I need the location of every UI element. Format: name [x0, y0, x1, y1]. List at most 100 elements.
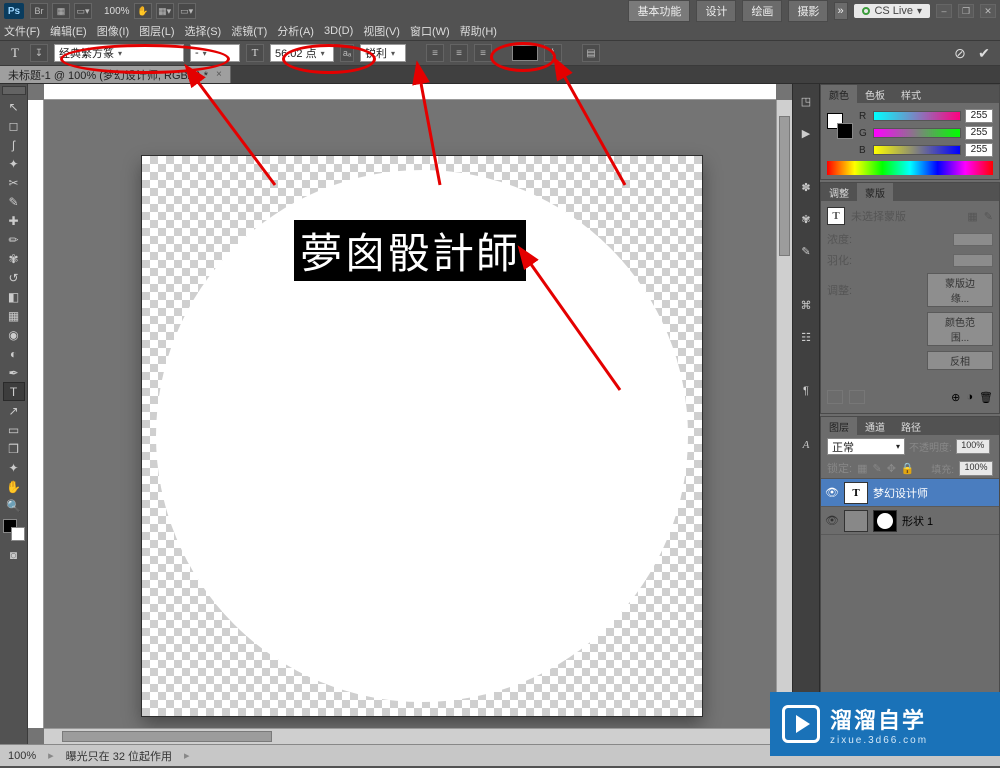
- workspace-more[interactable]: »: [834, 2, 848, 20]
- close-tab-icon[interactable]: ×: [216, 69, 222, 80]
- align-right-icon[interactable]: ≡: [474, 44, 492, 62]
- cs-live[interactable]: CS Live ▾: [854, 4, 930, 18]
- 3d-tool-icon[interactable]: ❒: [3, 439, 25, 458]
- workspace-design[interactable]: 设计: [696, 0, 736, 22]
- warp-text-icon[interactable]: ⌇: [544, 44, 562, 62]
- font-family-select[interactable]: 经典繁方篆▾: [54, 44, 184, 62]
- screen-mode-icon[interactable]: ▭▾: [178, 3, 196, 19]
- layer-visibility-icon[interactable]: 👁: [825, 486, 839, 500]
- bridge-icon[interactable]: Br: [30, 3, 48, 19]
- antialias-select[interactable]: 锐利▾: [360, 44, 406, 62]
- document-tab[interactable]: 未标题-1 @ 100% (梦幻设计师, RGB/8) *×: [0, 66, 231, 83]
- brush-presets-icon[interactable]: ✎: [795, 240, 817, 262]
- hand-icon[interactable]: ✋: [134, 3, 152, 19]
- 3d-camera-icon[interactable]: ✦: [3, 458, 25, 477]
- brush-tool-icon[interactable]: ✏: [3, 230, 25, 249]
- lasso-tool-icon[interactable]: ʃ: [3, 135, 25, 154]
- paragraph-panel-icon[interactable]: ¶: [795, 380, 817, 402]
- density-value[interactable]: [953, 233, 993, 246]
- stamp-tool-icon[interactable]: ✾: [3, 249, 25, 268]
- menu-analysis[interactable]: 分析(A): [277, 23, 314, 39]
- lock-paint-icon[interactable]: ✎: [872, 462, 881, 475]
- color-range-button[interactable]: 颜色范围...: [927, 312, 993, 346]
- pen-tool-icon[interactable]: ✒: [3, 363, 25, 382]
- zoom-tool-icon[interactable]: 🔍: [3, 496, 25, 515]
- move-tool-icon[interactable]: ↖: [3, 97, 25, 116]
- tab-color[interactable]: 颜色: [821, 85, 857, 103]
- hand-tool-icon[interactable]: ✋: [3, 477, 25, 496]
- char-panel-icon[interactable]: ⌘: [795, 294, 817, 316]
- mask-trash-icon[interactable]: 🗑: [979, 391, 993, 404]
- menu-help[interactable]: 帮助(H): [460, 23, 497, 39]
- brush-panel-icon[interactable]: ✽: [795, 176, 817, 198]
- tool-panel-handle[interactable]: [2, 86, 26, 95]
- color-spectrum[interactable]: [827, 161, 993, 175]
- tab-channels[interactable]: 通道: [857, 417, 893, 435]
- tab-layers[interactable]: 图层: [821, 417, 857, 435]
- tab-styles[interactable]: 样式: [893, 85, 929, 103]
- b-slider[interactable]: [873, 145, 961, 155]
- menu-select[interactable]: 选择(S): [185, 23, 222, 39]
- text-orientation-icon[interactable]: ↧: [30, 44, 48, 62]
- blur-tool-icon[interactable]: ◉: [3, 325, 25, 344]
- menu-view[interactable]: 视图(V): [363, 23, 400, 39]
- tab-swatches[interactable]: 色板: [857, 85, 893, 103]
- fill-value[interactable]: 100%: [959, 461, 993, 476]
- actions-panel-icon[interactable]: ▶: [795, 122, 817, 144]
- vector-mask-icon[interactable]: ✎: [984, 210, 993, 223]
- align-center-icon[interactable]: ≡: [450, 44, 468, 62]
- gradient-tool-icon[interactable]: ▦: [3, 306, 25, 325]
- pixel-mask-icon[interactable]: ▦: [967, 210, 977, 223]
- menu-file[interactable]: 文件(F): [4, 23, 40, 39]
- layer-name-1[interactable]: 梦幻设计师: [873, 485, 928, 501]
- feather-value[interactable]: [953, 254, 993, 267]
- font-size-select[interactable]: 56.02 点▾: [270, 44, 334, 62]
- lock-all-icon[interactable]: 🔒: [901, 462, 915, 475]
- blend-mode-select[interactable]: 正常▾: [827, 438, 905, 455]
- color-swap-icon[interactable]: [3, 519, 25, 541]
- eraser-tool-icon[interactable]: ◧: [3, 287, 25, 306]
- workspace-photography[interactable]: 摄影: [788, 0, 828, 22]
- tab-mask[interactable]: 蒙版: [857, 183, 893, 201]
- marquee-tool-icon[interactable]: ◻: [3, 116, 25, 135]
- layer-row-text[interactable]: 👁 T 梦幻设计师: [821, 479, 999, 507]
- wand-tool-icon[interactable]: ✦: [3, 154, 25, 173]
- quick-mask-icon[interactable]: ◙: [3, 545, 25, 564]
- text-color-swatch[interactable]: [512, 45, 538, 61]
- arrange-icon[interactable]: ▦▾: [156, 3, 174, 19]
- history-panel-icon[interactable]: ◳: [795, 90, 817, 112]
- clone-panel-icon[interactable]: ✾: [795, 208, 817, 230]
- mini-bridge-icon[interactable]: ▦: [52, 3, 70, 19]
- layer-name-2[interactable]: 形状 1: [902, 513, 933, 529]
- workspace-essentials[interactable]: 基本功能: [628, 0, 690, 22]
- workspace-painting[interactable]: 绘画: [742, 0, 782, 22]
- ruler-horizontal[interactable]: [44, 84, 776, 100]
- tab-paths[interactable]: 路径: [893, 417, 929, 435]
- commit-edit-icon[interactable]: ✔: [974, 43, 994, 63]
- heal-tool-icon[interactable]: ✚: [3, 211, 25, 230]
- menu-image[interactable]: 图像(I): [97, 23, 129, 39]
- mask-foot-1-icon[interactable]: [827, 390, 843, 404]
- view-extras-icon[interactable]: ▭▾: [74, 3, 92, 19]
- path-select-icon[interactable]: ↗: [3, 401, 25, 420]
- b-value[interactable]: 255: [965, 143, 993, 157]
- mask-edge-button[interactable]: 蒙版边缘...: [927, 273, 993, 307]
- window-close-icon[interactable]: ✕: [980, 4, 996, 18]
- window-min-icon[interactable]: –: [936, 4, 952, 18]
- cancel-edit-icon[interactable]: ⊘: [950, 43, 970, 63]
- viewport[interactable]: 夢囪骰計師: [44, 100, 776, 728]
- character-panel-icon[interactable]: ▤: [582, 44, 600, 62]
- mask-foot-2-icon[interactable]: [849, 390, 865, 404]
- history-brush-icon[interactable]: ↺: [3, 268, 25, 287]
- scrollbar-horizontal[interactable]: [44, 728, 792, 744]
- menu-window[interactable]: 窗口(W): [410, 23, 450, 39]
- eyedropper-tool-icon[interactable]: ✎: [3, 192, 25, 211]
- canvas-text[interactable]: 夢囪骰計師: [294, 220, 526, 281]
- menu-layer[interactable]: 图层(L): [139, 23, 174, 39]
- lock-pos-icon[interactable]: ✥: [887, 462, 896, 475]
- font-style-select[interactable]: -▾: [190, 44, 240, 62]
- para-panel-icon[interactable]: ☷: [795, 326, 817, 348]
- layer-row-shape[interactable]: 👁 形状 1: [821, 507, 999, 535]
- mask-link-icon[interactable]: ⊕: [951, 391, 960, 404]
- invert-button[interactable]: 反相: [927, 351, 993, 370]
